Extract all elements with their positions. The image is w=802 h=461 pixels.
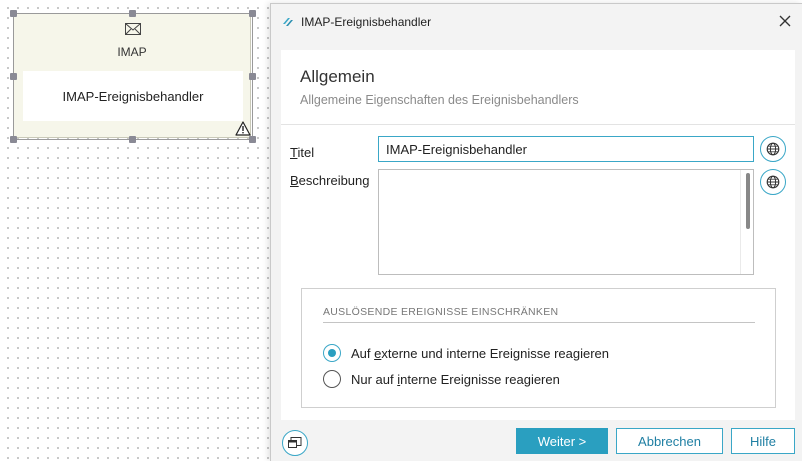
warning-icon[interactable] [235, 121, 251, 136]
properties-dialog: IMAP-Ereignisbehandler Allgemein Allgeme… [270, 3, 802, 461]
app-logo-icon [283, 18, 293, 26]
dialog-titlebar[interactable]: IMAP-Ereignisbehandler [271, 4, 802, 40]
section-heading: Allgemein [300, 67, 375, 86]
resize-handle-right[interactable] [249, 73, 256, 80]
help-button[interactable]: Hilfe [731, 428, 795, 454]
description-translate-button[interactable] [760, 169, 786, 195]
resize-handle-bottom-right[interactable] [249, 136, 256, 143]
window-icon [288, 437, 302, 448]
resize-handle-left[interactable] [10, 73, 17, 80]
group-divider [323, 322, 755, 323]
radio-button[interactable] [323, 370, 341, 388]
group-title: AUSLÖSENDE EREIGNISSE EINSCHRÄNKEN [323, 306, 559, 318]
description-label-mnemonic: B [290, 173, 299, 188]
resize-handle-bottom[interactable] [129, 136, 136, 143]
title-input[interactable]: IMAP-Ereignisbehandler [378, 136, 754, 162]
scrollbar-thumb[interactable] [746, 173, 750, 229]
description-label-text: eschreibung [298, 173, 370, 188]
resize-handle-bottom-left[interactable] [10, 136, 17, 143]
dialog-title: IMAP-Ereignisbehandler [301, 15, 432, 29]
window-mode-button[interactable] [282, 430, 308, 456]
title-translate-button[interactable] [760, 136, 786, 162]
section-header: Allgemein Allgemeine Eigenschaften des E… [281, 50, 795, 125]
globe-icon [766, 142, 780, 156]
resize-handle-top[interactable] [129, 10, 136, 17]
radio-internal-only[interactable]: Nur auf interne Ereignisse reagieren [323, 370, 560, 388]
description-textarea[interactable] [378, 169, 754, 275]
radio-button[interactable] [323, 344, 341, 362]
description-label: Beschreibung [290, 173, 370, 188]
dialog-content-panel: Allgemein Allgemeine Eigenschaften des E… [281, 50, 795, 420]
next-button[interactable]: Weiter > [516, 428, 608, 454]
cancel-button[interactable]: Abbrechen [616, 428, 723, 454]
title-label: Titel [290, 145, 314, 160]
resize-handle-top-left[interactable] [10, 10, 17, 17]
description-scrollbar[interactable] [740, 170, 753, 274]
globe-icon [766, 175, 780, 189]
node-type-label: IMAP [117, 45, 147, 59]
radio-external-and-internal[interactable]: Auf externe und interne Ereignisse reagi… [323, 344, 609, 362]
trigger-events-group: AUSLÖSENDE EREIGNISSE EINSCHRÄNKEN Auf e… [301, 288, 776, 408]
close-icon[interactable] [778, 14, 792, 28]
node-name: IMAP-Ereignisbehandler [23, 71, 243, 121]
event-handler-node[interactable]: IMAP IMAP-Ereignisbehandler [13, 13, 251, 138]
resize-handle-top-right[interactable] [249, 10, 256, 17]
mail-icon [125, 23, 141, 35]
radio-label: Nur auf interne Ereignisse reagieren [351, 371, 560, 387]
radio-label: Auf externe und interne Ereignisse reagi… [351, 345, 609, 361]
section-subheading: Allgemeine Eigenschaften des Ereignisbeh… [300, 93, 579, 107]
title-label-text: itel [297, 145, 315, 160]
